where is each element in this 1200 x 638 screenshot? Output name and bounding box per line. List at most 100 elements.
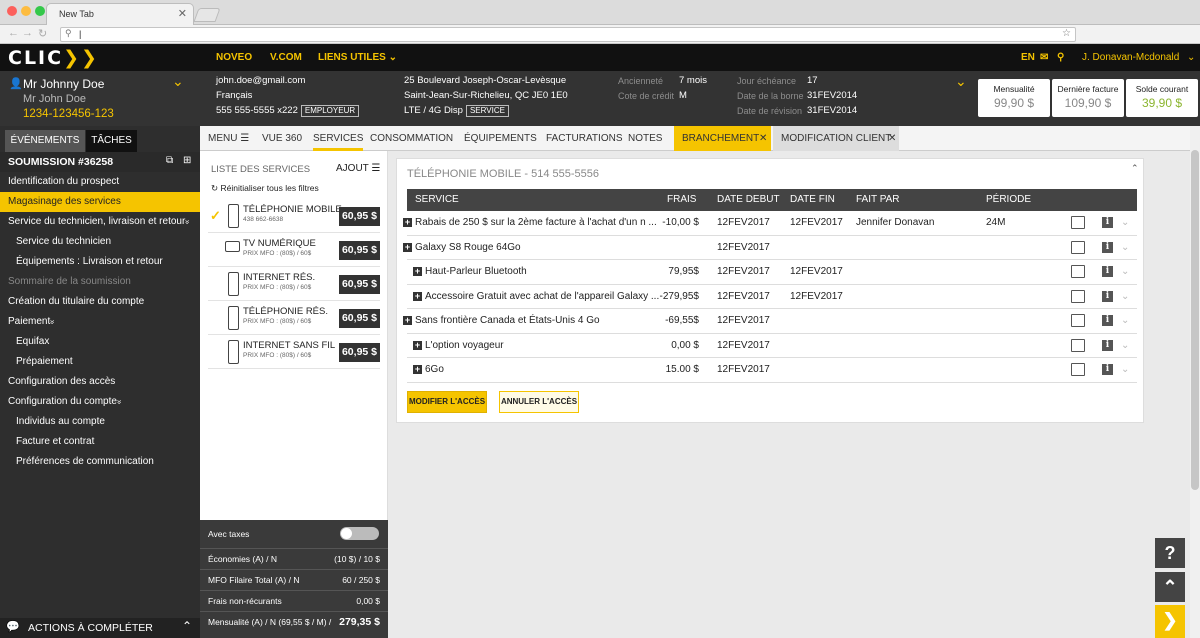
next-button[interactable]: ❯ xyxy=(1155,605,1185,638)
tab-consommation[interactable]: CONSOMMATION xyxy=(370,126,453,151)
forward-arrow-icon[interactable]: → xyxy=(22,27,33,39)
row-chevron-icon[interactable]: ⌄ xyxy=(1121,334,1129,358)
page-scrollbar[interactable] xyxy=(1190,126,1200,638)
close-window-icon[interactable] xyxy=(7,6,17,16)
tab-close-icon[interactable]: ✕ xyxy=(178,7,187,20)
info-icon[interactable]: i xyxy=(1102,339,1113,351)
table-row[interactable]: + L'option voyageur 0,00 $ 12FEV2017 i ⌄ xyxy=(407,334,1137,358)
edit-icon[interactable] xyxy=(1071,314,1085,327)
nav-vcom[interactable]: V.COM xyxy=(270,52,302,63)
reset-filters-link[interactable]: ↻ Réinitialiser tous les filtres xyxy=(211,183,319,194)
tab-vue360[interactable]: VUE 360 xyxy=(262,126,302,151)
tab-taches[interactable]: TÂCHES xyxy=(86,130,137,152)
row-chevron-icon[interactable]: ⌄ xyxy=(1121,358,1129,382)
expand-plus-icon[interactable]: + xyxy=(403,218,412,227)
service-tv-numerique[interactable]: TV NUMÉRIQUE PRIX MFO : (80$) / 60$ 60,95 … xyxy=(208,235,380,267)
cancel-access-button[interactable]: ANNULER L'ACCÈS xyxy=(499,391,579,413)
tab-branchement[interactable]: BRANCHEMENT ✕ xyxy=(674,126,771,151)
expand-plus-icon[interactable]: + xyxy=(413,340,422,350)
row-chevron-icon[interactable]: ⌄ xyxy=(1121,260,1129,284)
user-menu[interactable]: J. Donavan-Mcdonald xyxy=(1082,52,1179,63)
bookmark-star-icon[interactable]: ☆ xyxy=(1062,28,1071,39)
side-magasinage[interactable]: Magasinage des services xyxy=(0,192,208,212)
edit-icon[interactable] xyxy=(1071,240,1085,254)
tab-evenements[interactable]: ÉVÉNEMENTS xyxy=(5,130,85,152)
service-telephonie-mobile[interactable]: ✓ TÉLÉPHONIE MOBILE 438 662-6638 60,95 $ xyxy=(208,201,380,233)
row-chevron-icon[interactable]: ⌄ xyxy=(1121,309,1129,333)
info-icon[interactable]: i xyxy=(1102,364,1113,375)
side-service-technicien-livraison[interactable]: Service du technicien, livraison et reto… xyxy=(0,212,200,232)
side-prepaiement[interactable]: Prépaiement xyxy=(0,352,200,372)
side-configuration-compte[interactable]: Configuration du compte » xyxy=(0,392,200,412)
table-row[interactable]: + Sans frontière Canada et États-Unis 4 G… xyxy=(403,309,1137,334)
side-identification[interactable]: Identification du prospect xyxy=(0,172,200,192)
side-equifax[interactable]: Equifax xyxy=(0,332,200,352)
actions-footer[interactable]: 💬 ACTIONS À COMPLÉTER ⌃ xyxy=(0,618,200,638)
add-service-menu[interactable]: AJOUT ☰ xyxy=(336,163,380,174)
user-chevron-icon[interactable]: ⌄ xyxy=(1187,52,1195,63)
side-paiement[interactable]: Paiement » xyxy=(0,312,200,332)
help-button[interactable]: ? xyxy=(1155,538,1185,568)
row-chevron-icon[interactable]: ⌄ xyxy=(1121,236,1129,260)
service-telephonie-res[interactable]: TÉLÉPHONIE RÉS. PRIX MFO : (80$) / 60$ 60,… xyxy=(208,303,380,335)
scroll-top-button[interactable]: ⌃ xyxy=(1155,572,1185,602)
side-service-technicien[interactable]: Service du technicien xyxy=(0,232,200,252)
service-internet-res[interactable]: INTERNET RÉS. PRIX MFO : (80$) / 60$ 60,95… xyxy=(208,269,380,301)
add-box-icon[interactable]: ⊞ xyxy=(183,155,191,166)
search-icon[interactable]: ⚲ xyxy=(1057,52,1064,63)
side-sommaire[interactable]: Sommaire de la soumission xyxy=(0,272,200,292)
tab-menu[interactable]: MENU ☰ xyxy=(208,126,249,151)
info-icon[interactable]: i xyxy=(1102,241,1113,253)
new-tab-button[interactable] xyxy=(193,8,221,22)
table-row[interactable]: + Haut-Parleur Bluetooth 79,95$ 12FEV2017 12… xyxy=(407,260,1137,285)
row-chevron-icon[interactable]: ⌄ xyxy=(1121,285,1129,309)
tab-notes[interactable]: NOTES xyxy=(628,126,662,151)
table-row[interactable]: + Galaxy S8 Rouge 64Go 12FEV2017 i ⌄ xyxy=(403,236,1137,260)
address-bar[interactable]: ⚲ | ☆ xyxy=(60,27,1076,42)
side-facture-contrat[interactable]: Facture et contrat xyxy=(0,432,200,452)
nav-liens-utiles[interactable]: LIENS UTILES ⌄ xyxy=(318,52,397,63)
side-individus[interactable]: Individus au compte xyxy=(0,412,200,432)
collapse-icon[interactable]: ⌃ xyxy=(1131,163,1139,174)
table-row[interactable]: + Rabais de 250 $ sur la 2ème facture à l… xyxy=(403,211,1137,236)
info-icon[interactable]: i xyxy=(1102,266,1113,277)
browser-tab[interactable]: New Tab ✕ xyxy=(46,3,194,25)
tab-equipements[interactable]: ÉQUIPEMENTS xyxy=(464,126,537,151)
edit-icon[interactable] xyxy=(1071,216,1085,229)
service-internet-sans-fil[interactable]: INTERNET SANS FIL PRIX MFO : (80$) / 60$ 6… xyxy=(208,337,380,369)
taxes-toggle[interactable] xyxy=(340,527,379,540)
edit-icon[interactable] xyxy=(1071,363,1085,376)
expand-plus-icon[interactable]: + xyxy=(413,267,422,276)
modify-access-button[interactable]: MODIFIER L'ACCÈS xyxy=(407,391,487,413)
side-preferences[interactable]: Préférences de communication xyxy=(0,452,200,472)
row-chevron-icon[interactable]: ⌄ xyxy=(1121,211,1129,235)
mail-icon[interactable]: ✉ xyxy=(1040,52,1048,63)
edit-icon[interactable] xyxy=(1071,289,1085,303)
nav-noveo[interactable]: NOVEO xyxy=(216,52,252,63)
info-icon[interactable]: i xyxy=(1102,217,1113,228)
side-equipements-livraison[interactable]: Équipements : Livraison et retour xyxy=(0,252,200,272)
customer-expand-chevron-icon[interactable]: ⌄ xyxy=(172,73,184,90)
expand-plus-icon[interactable]: + xyxy=(413,291,422,301)
expand-plus-icon[interactable]: + xyxy=(403,242,412,252)
edit-icon[interactable] xyxy=(1071,338,1085,352)
table-row[interactable]: +6Go 15.00 $ 12FEV2017 i ⌄ xyxy=(407,358,1137,383)
tab-services[interactable]: SERVICES xyxy=(313,126,364,151)
details-expand-chevron-icon[interactable]: ⌄ xyxy=(955,73,967,90)
scrollbar-thumb[interactable] xyxy=(1191,150,1199,490)
minimize-window-icon[interactable] xyxy=(21,6,31,16)
info-icon[interactable]: i xyxy=(1102,290,1113,302)
tab-modification-client[interactable]: MODIFICATION CLIENT ✕ xyxy=(773,126,899,151)
info-icon[interactable]: i xyxy=(1102,315,1113,326)
tab-facturations[interactable]: FACTURATIONS xyxy=(546,126,622,151)
side-creation-titulaire[interactable]: Création du titulaire du compte xyxy=(0,292,200,312)
edit-icon[interactable] xyxy=(1071,265,1085,278)
language-toggle[interactable]: EN xyxy=(1021,52,1035,63)
maximize-window-icon[interactable] xyxy=(35,6,45,16)
expand-plus-icon[interactable]: + xyxy=(403,316,412,325)
expand-plus-icon[interactable]: + xyxy=(413,365,422,374)
copy-icon[interactable]: ⧉ xyxy=(166,155,173,166)
table-row[interactable]: + Accessoire Gratuit avec achat de l'appa… xyxy=(407,285,1137,309)
reload-icon[interactable]: ↻ xyxy=(38,27,47,40)
back-arrow-icon[interactable]: ← xyxy=(8,27,19,39)
